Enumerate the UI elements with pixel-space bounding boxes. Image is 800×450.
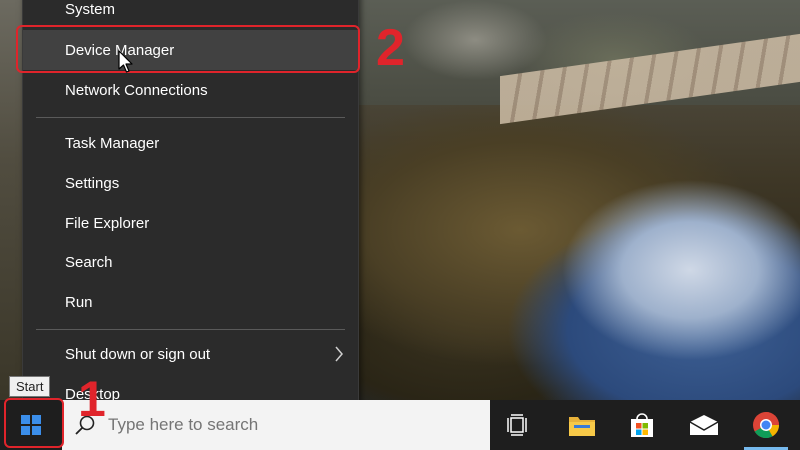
- menu-item-label: Task Manager: [65, 134, 160, 152]
- start-tooltip: Start: [9, 376, 51, 397]
- mail-icon: [689, 415, 719, 435]
- menu-item-task-manager[interactable]: Task Manager: [23, 123, 358, 163]
- menu-item-shut-down[interactable]: Shut down or sign out: [23, 334, 358, 374]
- mail-taskbar-button[interactable]: [676, 400, 732, 450]
- menu-item-label: Run: [65, 293, 93, 311]
- device-manager-highlight: [16, 25, 360, 73]
- chrome-icon: [753, 412, 780, 439]
- menu-item-label: Shut down or sign out: [65, 345, 211, 363]
- store-taskbar-button[interactable]: [614, 400, 670, 450]
- menu-item-search[interactable]: Search: [23, 242, 358, 282]
- taskbar: [0, 400, 800, 450]
- file-explorer-taskbar-button[interactable]: [554, 400, 610, 450]
- step-1-label: 1: [78, 371, 106, 427]
- start-button-highlight: [4, 398, 64, 448]
- store-icon: [631, 413, 653, 437]
- step-2-label: 2: [376, 19, 405, 77]
- menu-item-network-connections[interactable]: Network Connections: [23, 70, 358, 110]
- menu-item-label: File Explorer: [65, 214, 150, 232]
- menu-item-label: Network Connections: [65, 81, 208, 99]
- menu-item-settings[interactable]: Settings: [23, 163, 358, 203]
- menu-separator: [36, 329, 345, 330]
- task-view-icon: [507, 414, 527, 436]
- menu-item-label: Search: [65, 253, 113, 271]
- menu-item-file-explorer[interactable]: File Explorer: [23, 203, 358, 243]
- menu-item-label: Settings: [65, 174, 120, 192]
- mouse-cursor-icon: [118, 50, 133, 73]
- file-explorer-icon: [569, 417, 595, 436]
- task-view-button[interactable]: [490, 400, 546, 450]
- taskbar-search-box[interactable]: [62, 400, 490, 450]
- menu-separator: [36, 117, 345, 118]
- menu-item-label: System: [65, 0, 116, 18]
- search-input[interactable]: [106, 414, 470, 436]
- chevron-right-icon: [335, 346, 343, 362]
- chrome-taskbar-button[interactable]: [738, 400, 794, 450]
- menu-item-run[interactable]: Run: [23, 282, 358, 322]
